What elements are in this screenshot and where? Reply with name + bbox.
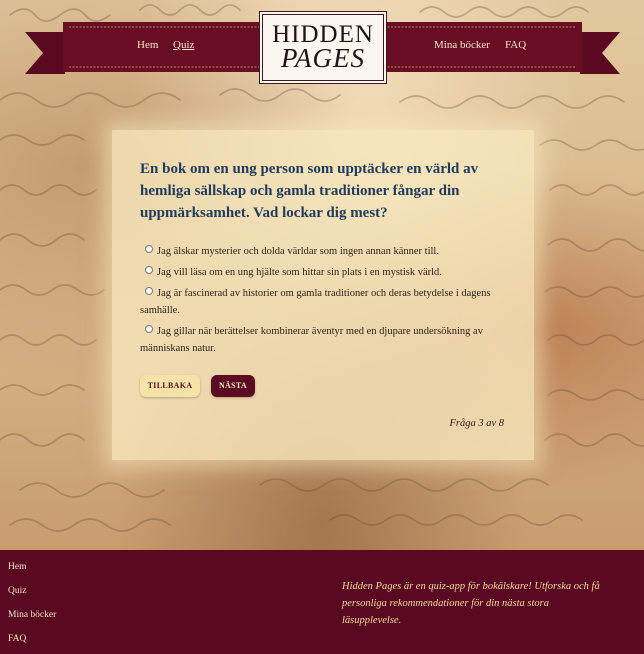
footer-link-hem[interactable]: Hem	[8, 562, 26, 572]
option-label: Jag är fascinerad av historier om gamla …	[140, 288, 491, 316]
radio-button[interactable]	[145, 266, 153, 274]
quiz-card: En bok om en ung person som upptäcker en…	[112, 130, 534, 460]
nav-quiz[interactable]: Quiz	[173, 39, 194, 51]
radio-button[interactable]	[145, 287, 153, 295]
footer-link-faq[interactable]: FAQ	[8, 634, 26, 644]
answer-option[interactable]: Jag gillar när berättelser kombinerar äv…	[140, 323, 510, 357]
option-label: Jag vill läsa om en ung hjälte som hitta…	[157, 267, 442, 278]
nav-hem[interactable]: Hem	[137, 39, 158, 51]
footer-description: Hidden Pages är en quiz-app för bokälska…	[342, 581, 600, 626]
option-label: Jag älskar mysterier och dolda världar s…	[157, 246, 439, 257]
footer-link-quiz[interactable]: Quiz	[8, 586, 26, 596]
question-text: En bok om en ung person som upptäcker en…	[140, 161, 479, 221]
option-label: Jag gillar när berättelser kombinerar äv…	[140, 326, 483, 354]
radio-button[interactable]	[145, 325, 153, 333]
answer-options: Jag älskar mysterier och dolda världar s…	[140, 243, 510, 361]
radio-button[interactable]	[145, 245, 153, 253]
hidden-pages-logo[interactable]: HIDDEN PAGES	[262, 14, 384, 81]
back-button[interactable]: TILLBAKA	[140, 375, 200, 397]
footer: Hem Quiz Mina böcker FAQ Hidden Pages är…	[0, 550, 644, 654]
nav-mina-bocker[interactable]: Mina böcker	[434, 39, 490, 51]
question-progress: Fråga 3 av 8	[449, 418, 504, 429]
next-button[interactable]: NÄSTA	[211, 375, 255, 397]
answer-option[interactable]: Jag vill läsa om en ung hjälte som hitta…	[140, 264, 510, 281]
logo-line2: PAGES	[281, 43, 365, 73]
nav-faq[interactable]: FAQ	[505, 39, 526, 51]
answer-option[interactable]: Jag älskar mysterier och dolda världar s…	[140, 243, 510, 260]
footer-link-mina-bocker[interactable]: Mina böcker	[8, 610, 56, 620]
answer-option[interactable]: Jag är fascinerad av historier om gamla …	[140, 285, 510, 319]
